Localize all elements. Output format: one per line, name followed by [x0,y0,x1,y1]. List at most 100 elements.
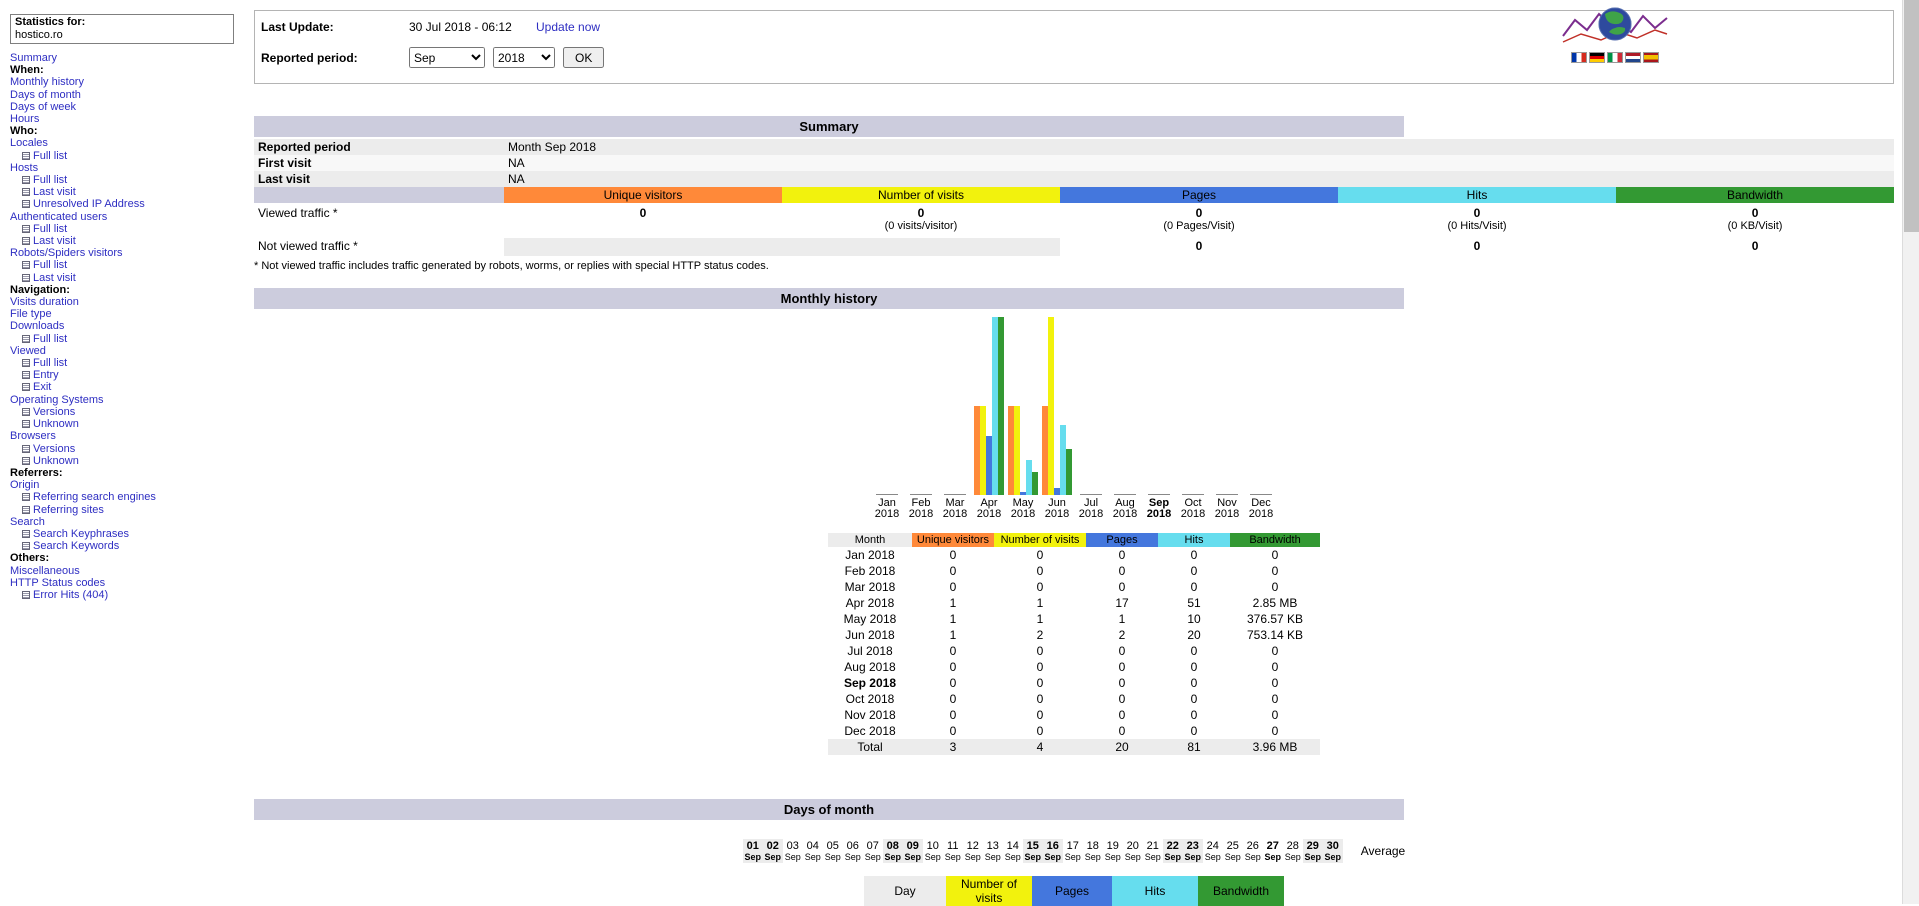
ok-button[interactable]: OK [563,47,604,68]
monthly-total-cell: 81 [1158,739,1230,755]
not-viewed-spacer [504,238,1060,256]
sidebar-item-browsers[interactable]: Browsers [10,430,56,442]
scrollbar-thumb[interactable] [1904,0,1919,232]
main-content: Last Update: 30 Jul 2018 - 06:12 Update … [254,0,1894,906]
sidebar-item-hosts[interactable]: Hosts [10,162,38,174]
monthly-row-month: Sep 2018 [828,675,912,691]
french-flag-icon[interactable] [1571,52,1587,63]
nav-row: Unknown [10,455,248,467]
sidebar-item-full-list[interactable]: Full list [33,223,67,235]
sidebar-item-unknown[interactable]: Unknown [33,455,79,467]
monthly-cell: 0 [912,723,994,739]
column-header-unique-visitors: Unique visitors [504,187,782,203]
sidebar-item-summary[interactable]: Summary [10,52,57,64]
sidebar-item-http-status-codes[interactable]: HTTP Status codes [10,577,105,589]
sidebar-item-downloads[interactable]: Downloads [10,320,64,332]
list-item-icon [22,383,30,391]
nav-row: Downloads [10,320,248,332]
nav-row: Versions [10,443,248,455]
sidebar-item-full-list[interactable]: Full list [33,357,67,369]
sidebar-item-exit[interactable]: Exit [33,381,51,393]
sidebar-item-versions[interactable]: Versions [33,443,75,455]
sidebar-item-authenticated-users[interactable]: Authenticated users [10,211,107,223]
italian-flag-icon[interactable] [1607,52,1623,63]
chart-month-group [1006,315,1040,495]
sidebar-item-versions[interactable]: Versions [33,406,75,418]
sidebar-item-full-list[interactable]: Full list [33,333,67,345]
sidebar-item-unresolved-ip-address[interactable]: Unresolved IP Address [33,198,145,210]
sidebar-section-who: Who: [10,125,248,137]
chart-bar-bandwidth-kb [1066,449,1072,495]
sidebar-item-file-type[interactable]: File type [10,308,52,320]
monthly-col-number-of-visits: Number of visits [994,533,1086,547]
german-flag-icon[interactable] [1589,52,1605,63]
nav-row: Monthly history [10,76,248,88]
chart-month-label: Apr2018 [972,498,1006,520]
sidebar-item-last-visit[interactable]: Last visit [33,186,76,198]
day-label: 01Sep [743,839,763,863]
monthly-cell: 2.85 MB [1230,595,1320,611]
sidebar-item-full-list[interactable]: Full list [33,259,67,271]
monthly-total-label: Total [828,739,912,755]
viewed-unique-cell: 0 [504,203,782,238]
sidebar-item-monthly-history[interactable]: Monthly history [10,76,84,88]
monthly-row: Oct 201800000 [828,691,1320,707]
sidebar-item-days-of-week[interactable]: Days of week [10,101,76,113]
viewed-hits-cell: 0(0 Hits/Visit) [1338,203,1616,238]
dutch-flag-icon[interactable] [1625,52,1641,63]
sidebar-item-hours[interactable]: Hours [10,113,39,125]
nav-row: Authenticated users [10,211,248,223]
axis-tick-icon [1148,494,1170,495]
sidebar-item-miscellaneous[interactable]: Miscellaneous [10,565,80,577]
monthly-row-month: Mar 2018 [828,579,912,595]
sidebar-item-days-of-month[interactable]: Days of month [10,89,81,101]
year-select[interactable]: 2018 [493,47,555,68]
monthly-cell: 1 [912,595,994,611]
sidebar-item-full-list[interactable]: Full list [33,174,67,186]
monthly-cell: 0 [912,707,994,723]
sidebar-item-error-hits-404[interactable]: Error Hits (404) [33,589,108,601]
monthly-row-month: Jun 2018 [828,627,912,643]
day-label: 15Sep [1023,839,1043,863]
sidebar-item-entry[interactable]: Entry [33,369,59,381]
viewed-pages-cell: 0(0 Pages/Visit) [1060,203,1338,238]
sidebar-item-visits-duration[interactable]: Visits duration [10,296,79,308]
sidebar-item-search-keyphrases[interactable]: Search Keyphrases [33,528,129,540]
monthly-cell: 0 [1086,643,1158,659]
sidebar-section-others: Others: [10,552,248,564]
monthly-cell: 0 [1158,579,1230,595]
monthly-cell: 0 [1230,547,1320,563]
day-label: 24Sep [1203,839,1223,863]
monthly-cell: 0 [1230,707,1320,723]
list-item-icon [22,261,30,269]
page-scrollbar[interactable] [1902,0,1919,904]
update-now-link[interactable]: Update now [536,20,600,34]
sidebar-nav: SummaryWhen:Monthly historyDays of month… [10,52,248,601]
chart-month-group [1210,315,1244,495]
sidebar-item-unknown[interactable]: Unknown [33,418,79,430]
sidebar-item-locales[interactable]: Locales [10,137,48,149]
sidebar-item-viewed[interactable]: Viewed [10,345,46,357]
list-item-icon [22,188,30,196]
sidebar-item-referring-search-engines[interactable]: Referring search engines [33,491,156,503]
day-label: 19Sep [1103,839,1123,863]
sidebar-item-origin[interactable]: Origin [10,479,39,491]
sidebar-item-search-keywords[interactable]: Search Keywords [33,540,119,552]
month-select[interactable]: Sep [409,47,485,68]
sidebar-item-robots-spiders-visitors[interactable]: Robots/Spiders visitors [10,247,123,259]
axis-tick-icon [876,494,898,495]
monthly-cell: 2 [1086,627,1158,643]
sidebar-item-full-list[interactable]: Full list [33,150,67,162]
sidebar-item-last-visit[interactable]: Last visit [33,235,76,247]
monthly-row: Jun 201812220753.14 KB [828,627,1320,643]
sidebar-item-last-visit[interactable]: Last visit [33,272,76,284]
language-flags [1560,52,1670,63]
sidebar-item-search[interactable]: Search [10,516,45,528]
nav-row: Search [10,516,248,528]
spanish-flag-icon[interactable] [1643,52,1659,63]
list-item-icon [22,237,30,245]
sidebar-item-referring-sites[interactable]: Referring sites [33,504,104,516]
sidebar-item-operating-systems[interactable]: Operating Systems [10,394,104,406]
days-table-header: DayNumber of visitsPagesHitsBandwidth [864,876,1284,906]
sidebar-section-referrers: Referrers: [10,467,248,479]
